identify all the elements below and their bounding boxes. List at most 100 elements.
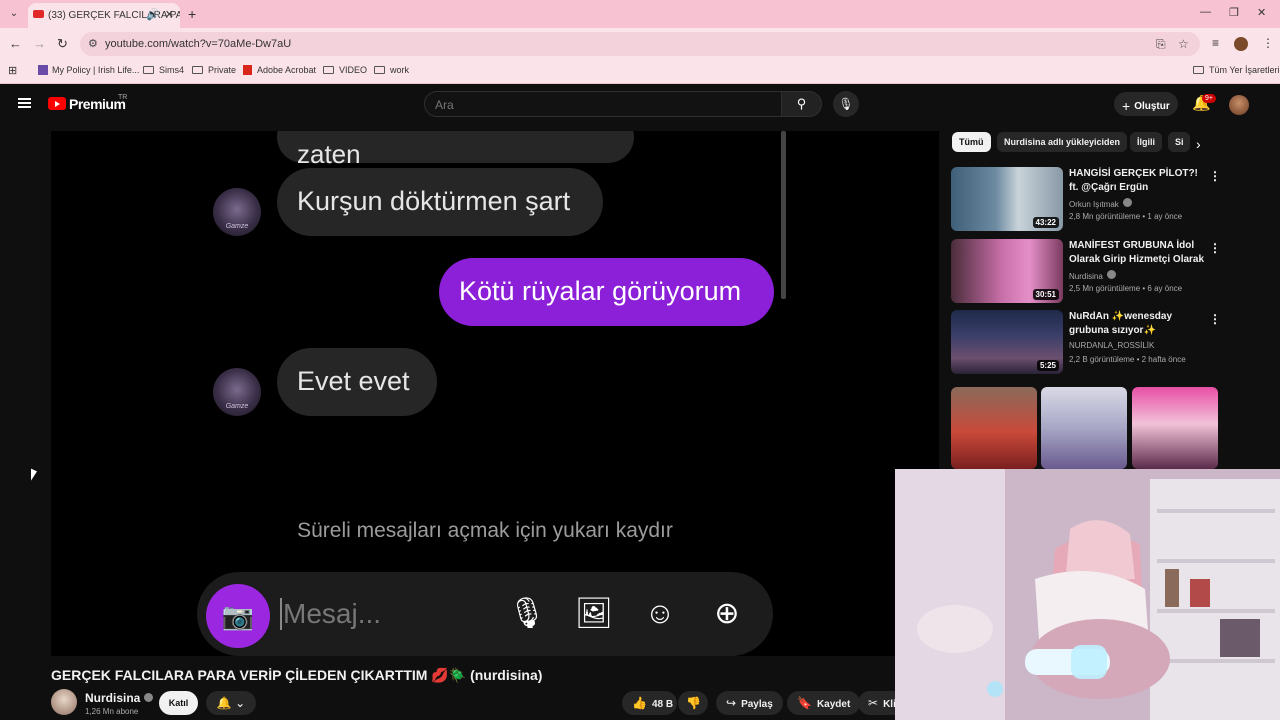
recommendation-title[interactable]: MANİFEST GRUBUNA İdol Olarak Girip Hizme… <box>1069 239 1207 267</box>
recommendation-title[interactable]: HANGİSİ GERÇEK PİLOT?! ft. @Çağrı Ergün <box>1069 167 1207 195</box>
thumbs-up-icon: 👍 <box>632 696 647 710</box>
recommendation-channel[interactable]: Orkun Işıtmak <box>1069 198 1132 209</box>
sticker-icon: ☺ <box>644 597 676 630</box>
search-box[interactable] <box>424 91 782 117</box>
mic-icon[interactable]: 🎙 <box>833 91 859 117</box>
create-button[interactable]: + Oluştur <box>1114 92 1178 116</box>
chat-avatar: Gamze <box>213 188 261 236</box>
chat-text: Kurşun döktürmen şart <box>297 186 571 216</box>
recommendation-meta: 2,5 Mn görüntüleme • 6 ay önce <box>1069 284 1183 293</box>
chip-related[interactable]: İlgili <box>1130 132 1162 152</box>
video-thumbnail[interactable]: 30:51 <box>951 239 1063 303</box>
share-icon: ↪ <box>726 696 737 710</box>
all-bookmarks[interactable]: Tüm Yer İşaretleri <box>1193 65 1280 75</box>
account-avatar[interactable] <box>1229 95 1249 115</box>
more-options-icon[interactable]: ⋮ <box>1209 241 1221 255</box>
video-thumbnail[interactable]: 43:22 <box>951 167 1063 231</box>
bookmark-label: work <box>390 65 410 75</box>
chat-bubble-partial: zaten <box>277 131 634 169</box>
notification-badge: 9+ <box>1202 94 1216 103</box>
save-button[interactable]: 🔖 Kaydet <box>787 691 861 715</box>
subscription-bell-button[interactable]: 🔔 ⌄ <box>206 691 256 715</box>
short-thumbnail[interactable] <box>1041 387 1127 469</box>
mouse-cursor-icon <box>31 468 37 484</box>
bookmark-label: VIDEO <box>339 65 368 75</box>
recommendation-meta: 2,8 Mn görüntüleme • 1 ay önce <box>1069 212 1183 221</box>
bookmark-adobe[interactable]: Adobe Acrobat <box>243 65 316 75</box>
bookmark-my-policy[interactable]: My Policy | Irish Life... <box>38 65 139 75</box>
address-bar[interactable]: ⚙ youtube.com/watch?v=70aMe-Dw7aU ⎘ ☆ <box>80 32 1200 56</box>
disappearing-messages-hint: Süreli mesajları açmak için yukarı kaydı… <box>297 519 673 542</box>
recommendation-item[interactable]: 30:51 MANİFEST GRUBUNA İdol Olarak Girip… <box>951 239 1221 307</box>
forward-icon[interactable]: → <box>33 36 46 51</box>
bookmark-private[interactable]: Private <box>192 65 236 75</box>
chevron-right-icon[interactable]: › <box>1196 136 1201 152</box>
adobe-icon <box>243 65 252 75</box>
profile-avatar[interactable] <box>1234 37 1248 51</box>
video-player[interactable]: zaten Gamze Kurşun döktürmen şart Kötü r… <box>51 131 939 656</box>
video-thumbnail[interactable]: 5:25 <box>951 310 1063 374</box>
bookmark-video[interactable]: VIDEO <box>323 65 367 75</box>
dislike-button[interactable]: 👎 <box>678 691 708 715</box>
recommendation-meta: 2,2 B görüntüleme • 2 hafta önce <box>1069 355 1186 364</box>
channel-name[interactable]: Nurdisina <box>85 691 154 705</box>
short-thumbnail[interactable] <box>1132 387 1218 469</box>
recommendation-item[interactable]: 43:22 HANGİSİ GERÇEK PİLOT?! ft. @Çağrı … <box>951 167 1221 235</box>
chat-text: Evet evet <box>297 366 410 396</box>
recommendation-channel[interactable]: NURDANLA_ROSSİLİK <box>1069 341 1154 350</box>
close-window-icon[interactable]: ✕ <box>1257 6 1266 19</box>
plus-icon: + <box>1122 98 1131 114</box>
restore-icon[interactable]: ❐ <box>1229 6 1239 19</box>
join-button[interactable]: Katıl <box>159 691 198 715</box>
bookmark-sims4[interactable]: Sims4 <box>143 65 184 75</box>
like-button[interactable]: 👍 48 B <box>622 691 677 715</box>
reload-icon[interactable]: ↻ <box>57 36 68 52</box>
speaker-icon[interactable]: 🔊 <box>146 8 160 21</box>
search-icon[interactable]: ⚲ <box>781 91 822 117</box>
chip-from-uploader[interactable]: Nurdisina adlı yükleyiciden <box>997 132 1128 152</box>
media-control-icon[interactable]: ≡ <box>1212 36 1219 50</box>
recommendation-title[interactable]: NuRdAn ✨wenesday grubuna sızıyor✨ <box>1069 310 1207 338</box>
bookmark-work[interactable]: work <box>374 65 409 75</box>
browser-menu-icon[interactable]: ⋮ <box>1262 36 1274 50</box>
apps-grid-icon[interactable]: ⊞ <box>8 64 17 77</box>
scissors-icon: ✂ <box>868 696 879 710</box>
folder-icon <box>323 66 334 74</box>
channel-text: Nurdisina <box>1069 272 1103 281</box>
chip-all[interactable]: Tümü <box>952 132 991 152</box>
shorts-shelf <box>951 387 1219 469</box>
bookmark-label: Private <box>208 65 237 75</box>
camera-icon: 📷 <box>206 584 270 648</box>
chat-text: Kötü rüyalar görüyorum <box>459 276 742 306</box>
bookmark-label: Tüm Yer İşaretleri <box>1209 65 1280 75</box>
browser-tab[interactable]: (33) GERÇEK FALCILARA PARA 🔊 ✕ <box>28 3 180 28</box>
folder-icon <box>1193 66 1204 74</box>
bookmark-label: My Policy | Irish Life... <box>52 65 140 75</box>
message-composer: 📷 Mesaj... 🎙 🖼 ☺ ⊕ <box>197 572 773 656</box>
logo-text[interactable]: Premium <box>69 96 126 112</box>
close-tab-icon[interactable]: ✕ <box>165 8 174 21</box>
install-app-icon[interactable]: ⎘ <box>1156 37 1166 52</box>
more-options-icon[interactable]: ⋮ <box>1209 312 1221 326</box>
search-input[interactable] <box>435 98 735 112</box>
back-icon[interactable]: ← <box>9 36 22 51</box>
chip-partial[interactable]: Si <box>1168 132 1190 152</box>
minimize-icon[interactable]: — <box>1200 6 1211 18</box>
new-tab-icon[interactable]: + <box>188 6 196 22</box>
share-button[interactable]: ↪ Paylaş <box>716 691 783 715</box>
tab-search-icon[interactable]: ⌄ <box>6 6 22 22</box>
youtube-logo-icon[interactable] <box>48 97 66 110</box>
menu-icon[interactable] <box>18 98 31 108</box>
create-label: Oluştur <box>1134 101 1170 112</box>
video-duration: 5:25 <box>1036 360 1059 371</box>
recommendation-item[interactable]: 5:25 NuRdAn ✨wenesday grubuna sızıyor✨ N… <box>951 310 1221 378</box>
recommendation-channel[interactable]: Nurdisina <box>1069 270 1116 281</box>
short-thumbnail[interactable] <box>951 387 1037 469</box>
channel-avatar[interactable] <box>51 689 77 715</box>
bookmark-star-icon[interactable]: ☆ <box>1178 37 1189 51</box>
folder-icon <box>192 66 203 74</box>
site-info-icon[interactable]: ⚙ <box>88 37 98 50</box>
avatar-label: Gamze <box>225 403 249 410</box>
more-options-icon[interactable]: ⋮ <box>1209 169 1221 183</box>
chat-scrollbar <box>781 131 786 299</box>
